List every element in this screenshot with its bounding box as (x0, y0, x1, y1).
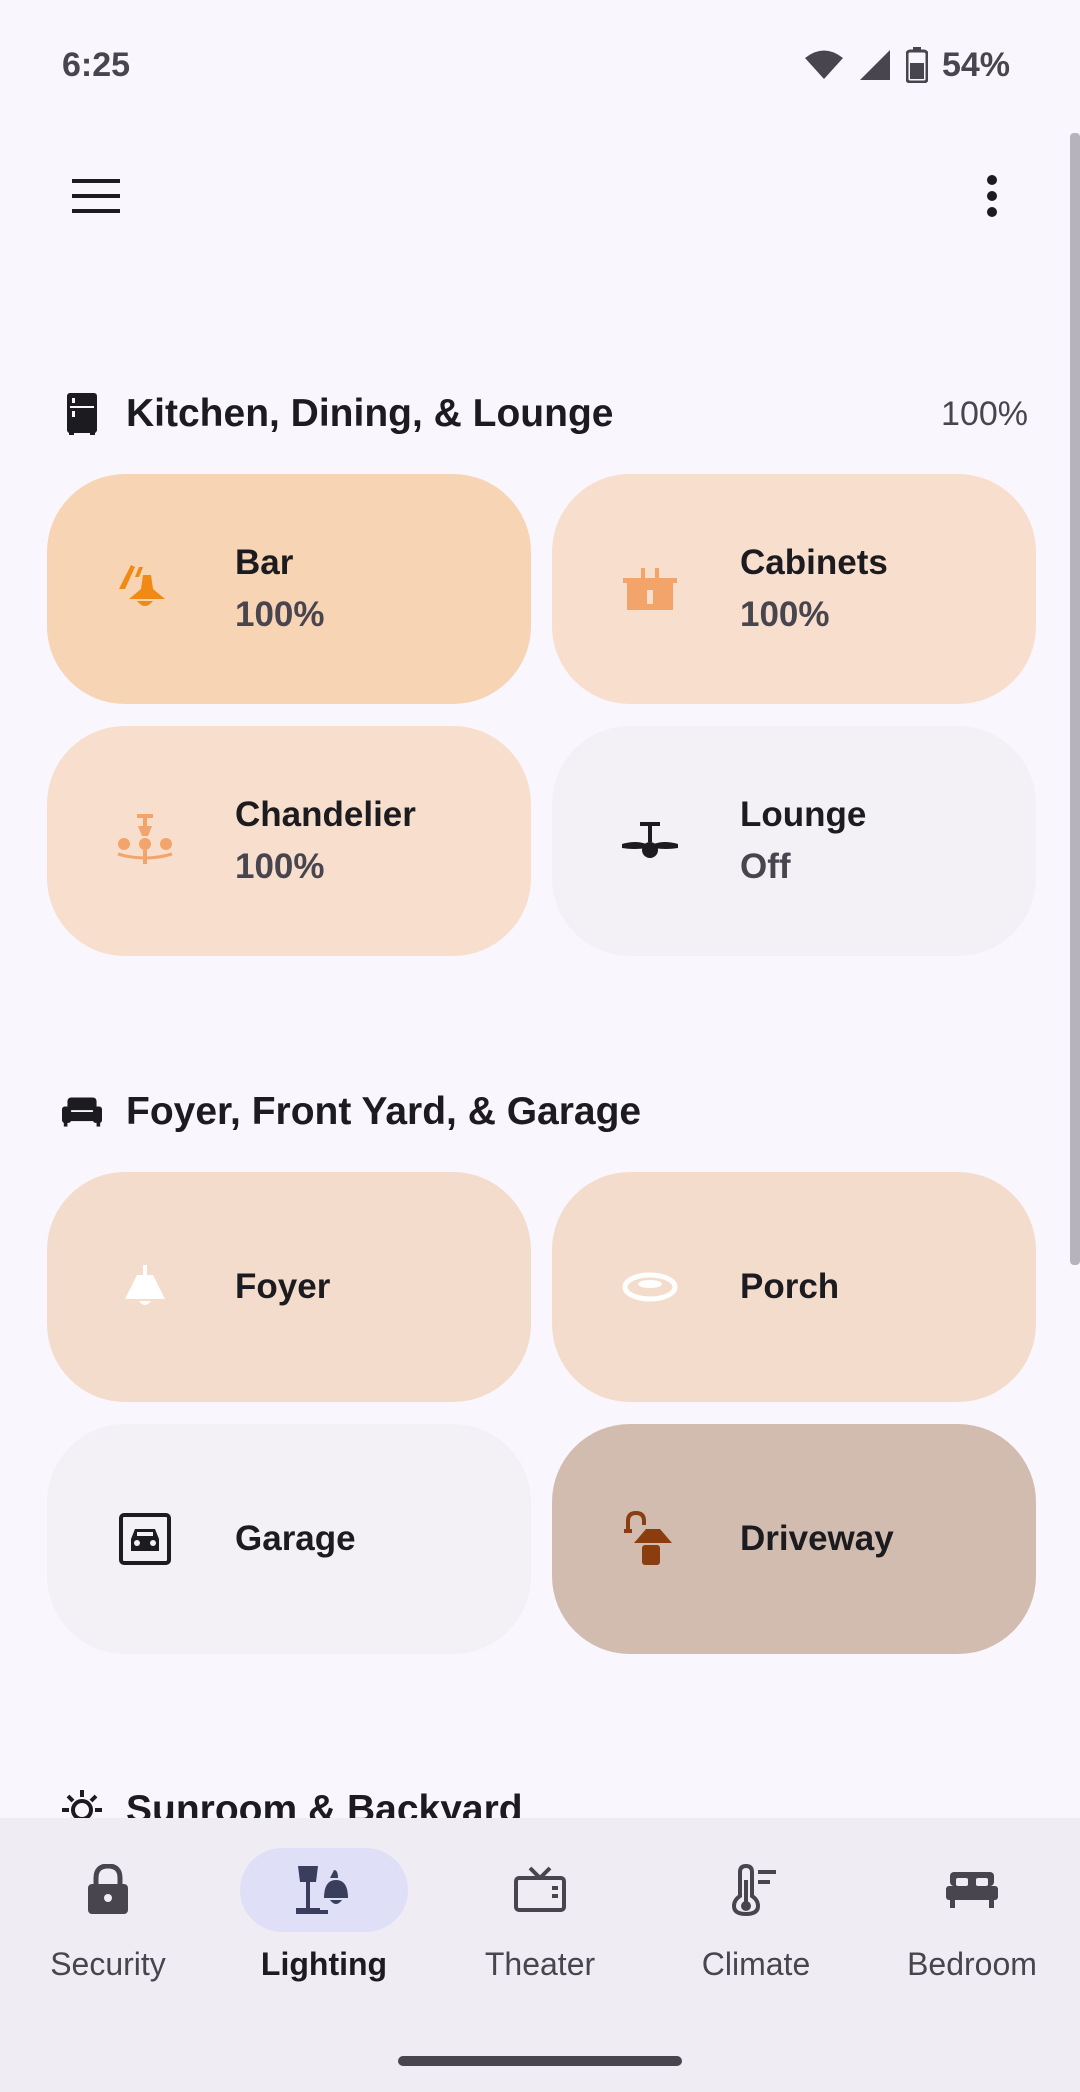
app-bar (0, 150, 1080, 242)
wifi-icon (804, 50, 843, 79)
nav-item-theater[interactable]: Theater (432, 1848, 648, 2008)
sofa-icon (62, 1090, 102, 1134)
outdoor-lamp-icon (618, 1507, 682, 1571)
nav-label: Security (50, 1946, 166, 1982)
nav-label: Lighting (260, 1946, 388, 1982)
garage-icon (113, 1507, 177, 1571)
nav-label: Climate (701, 1946, 811, 1982)
tile-name: Foyer (235, 1267, 331, 1306)
ceiling-light-icon (618, 1255, 682, 1319)
nav-indicator-active (240, 1848, 408, 1932)
tile-name: Lounge (740, 795, 867, 834)
chandelier-icon (113, 809, 177, 873)
bottom-navigation: Security Lighting Theater Climate Bedroo… (0, 1818, 1080, 2092)
nav-item-lighting[interactable]: Lighting (216, 1848, 432, 2008)
tile-foyer[interactable]: Foyer (47, 1172, 531, 1402)
section-title: Kitchen, Dining, & Lounge (126, 392, 614, 435)
nav-indicator (24, 1848, 192, 1932)
lamp-icon (296, 1866, 348, 1914)
nav-indicator (888, 1848, 1056, 1932)
tile-cabinets[interactable]: Cabinets 100% (552, 474, 1036, 704)
more-vert-icon (987, 175, 997, 217)
tile-porch[interactable]: Porch (552, 1172, 1036, 1402)
tile-name: Garage (235, 1519, 356, 1558)
nav-label: Theater (484, 1946, 596, 1982)
tile-garage[interactable]: Garage (47, 1424, 531, 1654)
scrollbar[interactable] (1070, 133, 1080, 1265)
nav-indicator (456, 1848, 624, 1932)
tile-name: Cabinets (740, 543, 888, 582)
menu-button[interactable] (50, 150, 142, 242)
tile-driveway[interactable]: Driveway (552, 1424, 1036, 1654)
nav-item-climate[interactable]: Climate (648, 1848, 864, 2008)
ceiling-fan-icon (618, 809, 682, 873)
tile-bar[interactable]: Bar 100% (47, 474, 531, 704)
nav-indicator (672, 1848, 840, 1932)
section-header-foyer[interactable]: Foyer, Front Yard, & Garage (62, 1084, 1028, 1140)
cabinet-light-icon (618, 557, 682, 621)
section-header-kitchen[interactable]: Kitchen, Dining, & Lounge 100% (62, 386, 1028, 442)
nav-item-bedroom[interactable]: Bedroom (864, 1848, 1080, 2008)
home-indicator[interactable] (398, 2056, 682, 2066)
tile-chandelier[interactable]: Chandelier 100% (47, 726, 531, 956)
tile-state: 100% (740, 595, 830, 634)
signal-icon (859, 50, 890, 80)
tile-state: 100% (235, 847, 325, 886)
tile-name: Driveway (740, 1519, 894, 1558)
status-bar: 6:25 54% (0, 0, 1080, 130)
tile-lounge[interactable]: Lounge Off (552, 726, 1036, 956)
pendant-lamp-icon (113, 557, 177, 621)
section-title: Foyer, Front Yard, & Garage (126, 1090, 642, 1133)
tile-state: 100% (235, 595, 325, 634)
battery-icon (905, 47, 928, 83)
battery-level: 54% (941, 45, 1010, 84)
foyer-lamp-icon (113, 1255, 177, 1319)
section-value: 100% (941, 394, 1028, 433)
bed-icon (946, 1872, 998, 1908)
tile-state: Off (740, 847, 791, 886)
overflow-menu-button[interactable] (946, 150, 1038, 242)
tile-name: Chandelier (235, 795, 416, 834)
status-time: 6:25 (62, 45, 131, 84)
tv-icon (514, 1866, 566, 1912)
fridge-icon (62, 392, 102, 436)
status-icons: 54% (804, 46, 1010, 85)
lock-icon (88, 1864, 128, 1914)
thermometer-icon (732, 1864, 776, 1916)
nav-item-security[interactable]: Security (0, 1848, 216, 2008)
nav-label: Bedroom (907, 1946, 1037, 1982)
tile-name: Porch (740, 1267, 840, 1306)
tile-name: Bar (235, 543, 294, 582)
hamburger-menu-icon (72, 179, 120, 213)
